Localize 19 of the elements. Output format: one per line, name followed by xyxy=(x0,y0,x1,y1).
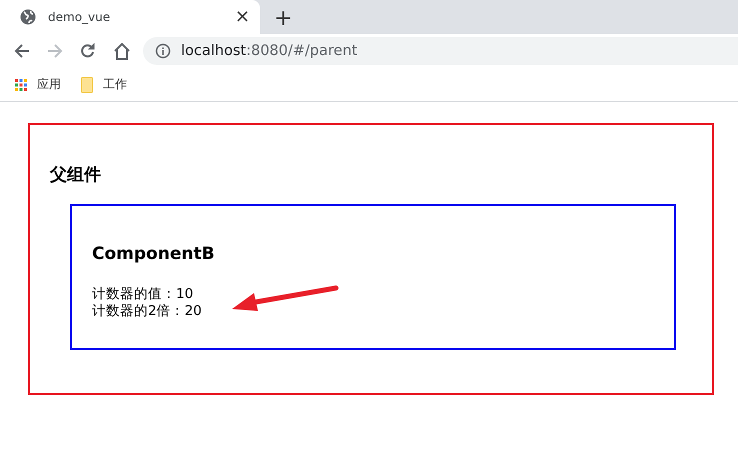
parent-title: 父组件 xyxy=(50,164,102,186)
counter-text: 计数器的值：10 xyxy=(92,286,194,303)
globe-icon xyxy=(20,9,36,25)
counter-text: 计数器的2倍：20 xyxy=(92,303,202,320)
apps-grid-icon xyxy=(15,78,27,90)
folder-icon xyxy=(81,76,93,92)
new-tab-button[interactable]: + xyxy=(274,8,292,30)
tab-title: demo_vue xyxy=(48,10,112,24)
url-text: localhost:8080/#/parent xyxy=(181,43,358,59)
back-icon[interactable] xyxy=(14,43,30,59)
home-icon[interactable] xyxy=(113,42,131,60)
bookmark-item[interactable]: 工作 xyxy=(81,76,127,93)
close-tab-button[interactable]: × xyxy=(234,8,250,26)
browser-tab[interactable]: demo_vue × xyxy=(0,0,260,34)
child-title: ComponentB xyxy=(92,244,216,264)
info-icon xyxy=(155,43,171,59)
reload-icon[interactable] xyxy=(80,43,96,59)
address-bar[interactable]: localhost:8080/#/parent xyxy=(143,37,738,65)
bookmark-item[interactable]: 应用 xyxy=(15,76,61,93)
